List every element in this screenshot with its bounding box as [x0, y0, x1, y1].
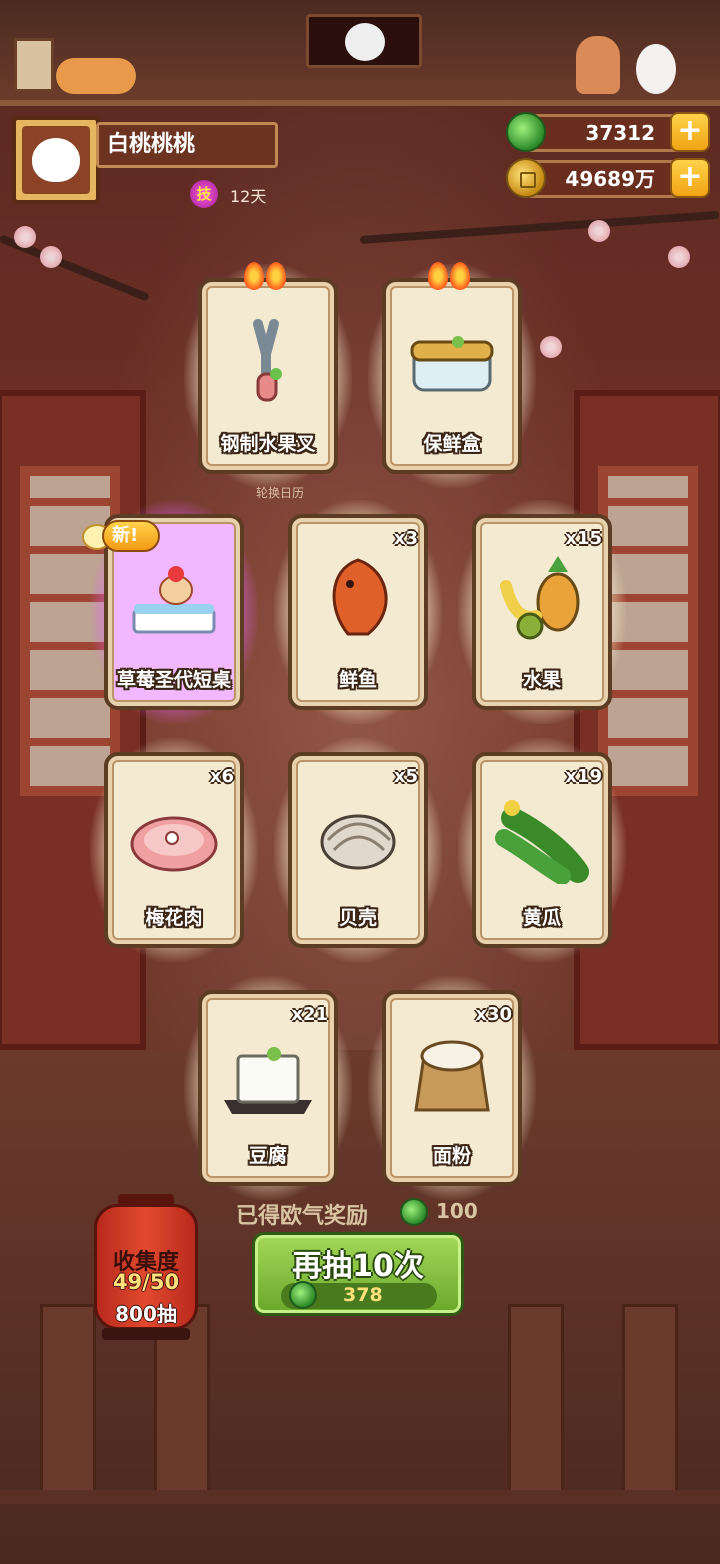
player-name[interactable]: 白桃桃桃 — [96, 122, 278, 168]
cat-avatar-icon — [32, 138, 80, 182]
reward-card[interactable]: x3 鲜鱼 — [274, 500, 442, 724]
blossom — [40, 246, 62, 268]
card-name: 草莓圣代短桌 — [116, 669, 231, 691]
add-coins-button[interactable]: + — [670, 158, 710, 198]
hot-flames-icon — [242, 262, 292, 292]
luck-reward-label: 已得欧气奖励 — [236, 1204, 369, 1229]
luck-reward-value: 100 — [436, 1199, 478, 1223]
railing-post — [508, 1304, 564, 1504]
collection-progress: 49/50 — [112, 1270, 180, 1294]
card-quantity: x3 — [393, 528, 418, 549]
collection-lantern[interactable]: 收集度 49/50 800抽 — [90, 1194, 202, 1344]
crisper-box-icon — [410, 336, 494, 392]
white-cat-icon — [636, 44, 676, 94]
new-badge-label: 新! — [102, 520, 160, 552]
fish-icon — [332, 558, 388, 636]
hot-flames-icon — [426, 262, 476, 292]
skill-badge-icon[interactable]: 技 — [190, 180, 218, 208]
jade-icon — [400, 1198, 428, 1226]
card-name: 黄瓜 — [522, 907, 561, 929]
lantern-stand — [102, 1328, 190, 1340]
reward-card[interactable]: x19 黄瓜 — [458, 738, 626, 962]
new-badge: 新! — [82, 520, 162, 554]
railing-post — [622, 1304, 678, 1504]
chef-character-icon — [576, 36, 620, 94]
card-name: 贝壳 — [338, 907, 377, 929]
card-quantity: x19 — [565, 766, 602, 787]
card-quantity: x30 — [475, 1004, 512, 1025]
draw-cost: 378 — [281, 1281, 437, 1309]
collection-draws: 800抽 — [115, 1302, 177, 1326]
card-quantity: x21 — [291, 1004, 328, 1025]
steel-fruit-fork-icon — [253, 319, 282, 402]
flour-icon — [414, 1040, 490, 1112]
shell-icon — [320, 814, 396, 870]
tabby-cat-icon — [56, 58, 136, 94]
draw-cost-value: 378 — [343, 1284, 383, 1306]
fruit-icon — [500, 556, 580, 640]
reward-card[interactable]: x5 贝壳 — [274, 738, 442, 962]
jade-icon — [506, 112, 546, 152]
frame-decor-icon — [14, 38, 54, 92]
hanging-scroll — [306, 14, 422, 68]
reward-card[interactable]: x21 豆腐 — [184, 976, 352, 1200]
card-name: 鲜鱼 — [338, 669, 377, 691]
blossom — [668, 246, 690, 268]
reward-card[interactable]: x6 梅花肉 — [90, 738, 258, 962]
avatar[interactable] — [12, 116, 100, 204]
strawberry-sundae-table-icon — [132, 566, 216, 634]
avatar-image — [22, 126, 90, 194]
draw-again-button[interactable]: 再抽10次 378 — [252, 1232, 464, 1316]
days-count: 12天 — [230, 187, 267, 206]
card-name: 豆腐 — [248, 1145, 287, 1167]
card-quantity: x15 — [565, 528, 602, 549]
cucumber-icon — [495, 800, 589, 884]
railing-post — [40, 1304, 96, 1504]
card-name: 水果 — [522, 669, 561, 691]
tofu-icon — [224, 1047, 312, 1114]
card-name: 保鲜盒 — [423, 433, 481, 455]
card-quantity: x5 — [393, 766, 418, 787]
pork-icon — [130, 816, 218, 872]
blossom — [588, 220, 610, 242]
reward-card[interactable]: 钢制水果叉 — [184, 262, 352, 488]
card-name: 面粉 — [432, 1145, 471, 1167]
reward-card[interactable]: 新! 草莓圣代短桌 — [82, 500, 258, 724]
railing — [0, 1490, 720, 1504]
blossom — [14, 226, 36, 248]
jade-icon — [289, 1281, 317, 1309]
card-quantity: x6 — [209, 766, 234, 787]
card-name: 梅花肉 — [145, 907, 203, 929]
card-name: 钢制水果叉 — [220, 433, 316, 455]
reward-card[interactable]: 保鲜盒 — [368, 262, 536, 488]
grandma-portrait-icon — [345, 23, 385, 61]
reward-card[interactable]: x15 水果 — [458, 500, 626, 724]
blossom — [540, 336, 562, 358]
add-jade-button[interactable]: + — [670, 112, 710, 152]
coin-icon — [506, 158, 546, 198]
reward-card[interactable]: x30 面粉 — [368, 976, 536, 1200]
draw-again-label: 再抽10次 — [292, 1249, 424, 1284]
